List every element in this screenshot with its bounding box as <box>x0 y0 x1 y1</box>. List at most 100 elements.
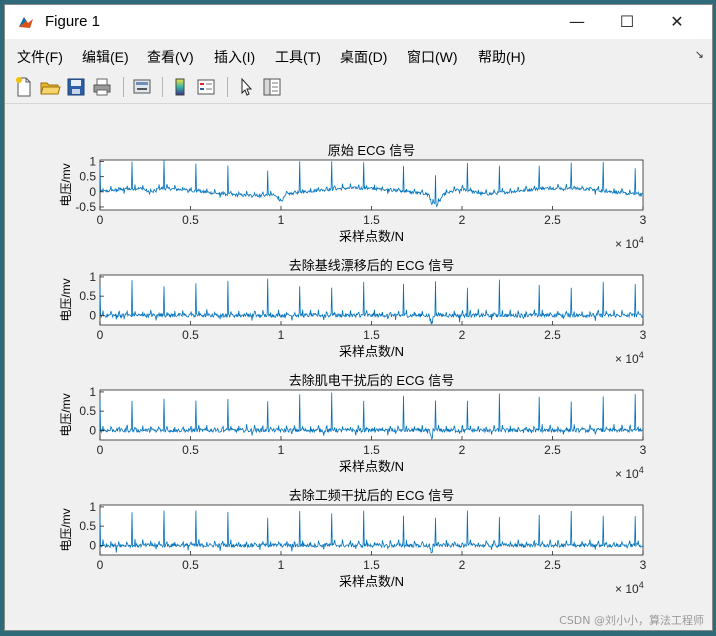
x-tick-label: 0.5 <box>182 328 199 342</box>
x-tick-label: 2.5 <box>544 558 561 572</box>
x-tick-label: 0.5 <box>182 558 199 572</box>
x-tick-label: 1.5 <box>363 213 380 227</box>
x-tick-label: 3 <box>640 443 647 457</box>
x-tick-label: 0 <box>97 443 104 457</box>
y-tick-label: 0 <box>89 423 96 437</box>
x-tick-label: 1 <box>278 558 285 572</box>
menu-file[interactable]: 文件(F) <box>17 47 63 67</box>
x-tick-label: 1.5 <box>363 328 380 342</box>
x-tick-label: 2 <box>459 558 466 572</box>
dock-arrow-icon[interactable]: ↘ <box>695 48 704 61</box>
y-tick-label: 0.5 <box>79 289 96 303</box>
y-tick-label: 0.5 <box>79 404 96 418</box>
toolbar <box>5 71 712 104</box>
menu-help[interactable]: 帮助(H) <box>478 47 525 67</box>
y-axis-label: 电压/mv <box>59 508 73 551</box>
axes-box <box>99 159 644 211</box>
property-editor-icon[interactable] <box>261 76 283 98</box>
axes-box <box>99 389 644 441</box>
subplot-4: 去除工频干扰后的 ECG 信号 0 0.5 1 1.5 2 2.5 3 1 0.5 0 采样点数/N 电… <box>59 488 647 596</box>
toolbar-separator <box>123 77 124 97</box>
subplot-3: 去除肌电干扰后的 ECG 信号 0 0.5 1 1.5 2 2.5 3 1 0.5 0 采样点数/N 电… <box>59 373 647 481</box>
y-tick-label: 0 <box>89 185 96 199</box>
watermark: CSDN @刘小小，算法工程师 <box>559 614 704 627</box>
x-exponent-label: × 104 <box>615 350 644 366</box>
print-icon[interactable] <box>91 76 113 98</box>
close-icon: ✕ <box>670 12 684 31</box>
new-figure-icon[interactable] <box>13 76 35 98</box>
x-tick-label: 1 <box>278 213 285 227</box>
x-axis-label: 采样点数/N <box>339 459 404 474</box>
pointer-icon[interactable] <box>235 76 257 98</box>
x-tick-label: 0 <box>97 328 104 342</box>
y-tick-label: 0 <box>89 538 96 552</box>
x-exponent-power: 4 <box>639 350 644 360</box>
menu-window[interactable]: 窗口(W) <box>407 47 458 67</box>
axes-box <box>99 504 644 556</box>
y-tick-label: 1 <box>89 155 96 169</box>
x-tick-label: 3 <box>640 328 647 342</box>
x-exponent-power: 4 <box>639 235 644 245</box>
x-axis-label: 采样点数/N <box>339 229 404 244</box>
ecg-plots[interactable]: 原始 ECG 信号0 0.5 1 1.5 2 2.5 310.50-0.5采样点数/N电压/… <box>5 105 712 630</box>
chart-title: 去除工频干扰后的 ECG 信号 <box>289 488 454 503</box>
figure-window: Figure 1 — ☐ ✕ 文件(F) 编辑(E) 查看(V) 插入(I) 工… <box>4 4 713 631</box>
chart-title: 去除基线漂移后的 ECG 信号 <box>289 258 454 273</box>
maximize-icon: ☐ <box>619 12 635 31</box>
y-tick-label: 1 <box>89 500 96 514</box>
x-exponent-power: 4 <box>639 465 644 475</box>
title-bar[interactable]: Figure 1 — ☐ ✕ <box>5 5 712 39</box>
y-tick-label: 1 <box>89 270 96 284</box>
x-exponent-label: × 104 <box>615 235 644 251</box>
figure-canvas[interactable]: 原始 ECG 信号 0 0.5 1 1.5 2 2.5 3 1 0.5 0 -0.5 采样点数/N 电压/… <box>5 105 712 630</box>
minimize-icon: — <box>569 12 585 31</box>
save-icon[interactable] <box>65 76 87 98</box>
x-tick-label: 0 <box>97 213 104 227</box>
x-tick-label: 2.5 <box>544 213 561 227</box>
y-tick-label: 0.5 <box>79 519 96 533</box>
window-title: Figure 1 <box>45 13 101 30</box>
x-tick-label: 1 <box>278 443 285 457</box>
menu-tools[interactable]: 工具(T) <box>275 47 321 67</box>
menu-desktop[interactable]: 桌面(D) <box>340 47 387 67</box>
x-tick-label: 2 <box>459 328 466 342</box>
maximize-button[interactable]: ☐ <box>604 5 650 39</box>
x-tick-label: 1.5 <box>363 443 380 457</box>
x-tick-label: 1.5 <box>363 558 380 572</box>
y-tick-label: 1 <box>89 385 96 399</box>
x-tick-label: 2.5 <box>544 443 561 457</box>
menu-edit[interactable]: 编辑(E) <box>82 47 129 67</box>
y-tick-label: 0 <box>89 308 96 322</box>
x-tick-label: 0 <box>97 558 104 572</box>
x-tick-label: 3 <box>640 213 647 227</box>
open-file-icon[interactable] <box>39 76 61 98</box>
menu-insert[interactable]: 插入(I) <box>214 47 255 67</box>
link-plot-icon[interactable] <box>131 76 153 98</box>
x-exponent-power: 4 <box>639 580 644 590</box>
toolbar-separator <box>227 77 228 97</box>
menu-view[interactable]: 查看(V) <box>147 47 194 67</box>
subplot-2: 去除基线漂移后的 ECG 信号 0 0.5 1 1.5 2 2.5 3 1 0.5 0 采样点数/N 电… <box>59 258 647 366</box>
colorbar-icon[interactable] <box>169 76 191 98</box>
x-axis-label: 采样点数/N <box>339 574 404 589</box>
subplot-1: 原始 ECG 信号0 0.5 1 1.5 2 2.5 310.50-0.5采样点数/N电压/… <box>59 143 647 251</box>
x-tick-label: 2 <box>459 443 466 457</box>
x-tick-label: 0.5 <box>182 213 199 227</box>
toolbar-separator <box>162 77 163 97</box>
y-axis-label: 电压/mv <box>59 278 73 321</box>
y-tick-label: -0.5 <box>75 200 96 214</box>
y-axis-label: 电压/mv <box>59 393 73 436</box>
minimize-button[interactable]: — <box>554 5 600 39</box>
x-tick-label: 1 <box>278 328 285 342</box>
x-tick-label: 3 <box>640 558 647 572</box>
x-tick-label: 0.5 <box>182 443 199 457</box>
legend-icon[interactable] <box>195 76 217 98</box>
chart-title: 原始 ECG 信号 <box>328 143 415 158</box>
x-exponent-label: × 104 <box>615 465 644 481</box>
axes-box <box>99 274 644 326</box>
x-exponent-label: × 104 <box>615 580 644 596</box>
x-tick-label: 2.5 <box>544 328 561 342</box>
x-tick-label: 2 <box>459 213 466 227</box>
matlab-icon <box>17 13 35 31</box>
close-button[interactable]: ✕ <box>654 5 700 39</box>
